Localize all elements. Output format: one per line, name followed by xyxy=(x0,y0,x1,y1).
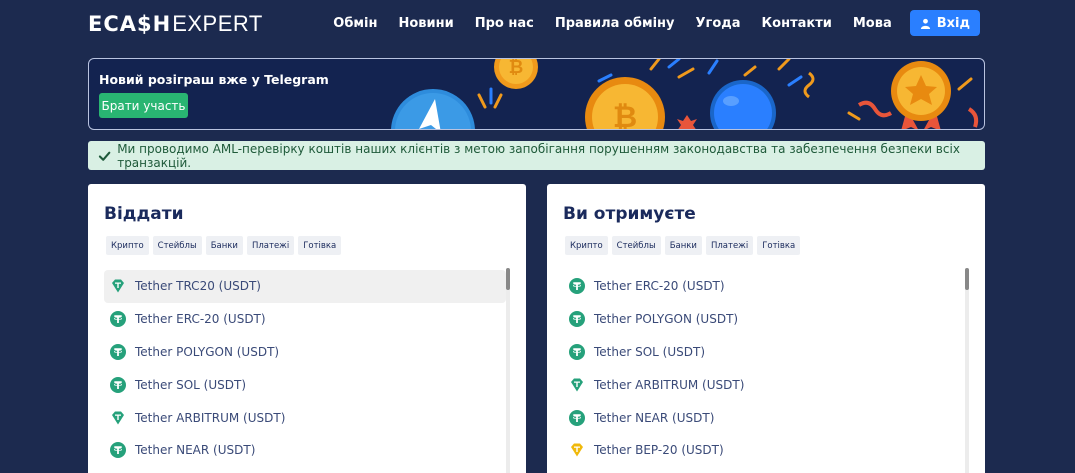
give-filter-crypto[interactable]: Крипто xyxy=(106,236,149,255)
logo[interactable]: ECA$H EXPERT xyxy=(88,9,263,39)
receive-scroll-thumb[interactable] xyxy=(965,268,969,290)
banner-title: Новий розіграш вже у Telegram xyxy=(99,72,329,87)
nav-language[interactable]: Мова xyxy=(853,16,892,31)
currency-option-label: Tether BEP-20 (USDT) xyxy=(594,443,724,458)
tether-icon xyxy=(569,409,585,426)
receive-currency-list: Tether ERC-20 (USDT) Tether POLYGON (USDT… xyxy=(563,270,965,467)
give-filter-stablecoins[interactable]: Стейблы xyxy=(152,236,202,255)
currency-option[interactable]: Tether ARBITRUM (USDT) xyxy=(104,401,506,434)
currency-option-label: Tether ERC-20 (USDT) xyxy=(135,312,266,327)
tether-icon xyxy=(110,311,126,328)
receive-filter-stablecoins[interactable]: Стейблы xyxy=(611,236,661,255)
currency-option-label: Tether SOL (USDT) xyxy=(594,344,706,359)
give-filter-banks[interactable]: Банки xyxy=(205,236,243,255)
currency-option-label: Tether ERC-20 (USDT) xyxy=(594,279,725,294)
give-filter-payments[interactable]: Платежі xyxy=(246,236,295,255)
login-label: Вхід xyxy=(936,15,970,31)
site-header: ECA$H EXPERT Обмін Новини Про нас Правил… xyxy=(0,0,1075,46)
medal-icon xyxy=(891,61,951,129)
currency-option[interactable]: Tether ARBITRUM (USDT) xyxy=(563,368,965,401)
give-title: Віддати xyxy=(104,204,184,224)
aml-notice-text: Ми проводимо AML-перевірку коштів наших … xyxy=(117,141,960,170)
currency-option-label: Tether POLYGON (USDT) xyxy=(594,312,739,327)
check-icon xyxy=(98,151,111,161)
user-icon xyxy=(920,18,930,29)
svg-text:₿: ₿ xyxy=(509,59,524,78)
currency-option-label: Tether NEAR (USDT) xyxy=(135,443,256,458)
tether-icon xyxy=(110,376,126,393)
receive-title: Ви отримуєте xyxy=(563,204,696,224)
currency-option-label: Tether ARBITRUM (USDT) xyxy=(135,410,286,425)
receive-filter-banks[interactable]: Банки xyxy=(664,236,702,255)
bitcoin-large-icon: ₿ xyxy=(585,77,665,130)
login-button[interactable]: Вхід xyxy=(909,10,980,36)
nav-news[interactable]: Новини xyxy=(398,16,453,31)
tether-diamond-icon xyxy=(112,411,124,425)
nav-contacts[interactable]: Контакти xyxy=(762,16,832,31)
give-filters: Крипто Стейблы Банки Платежі Готівка xyxy=(106,236,342,255)
receive-filter-payments[interactable]: Платежі xyxy=(705,236,754,255)
tether-diamond-icon xyxy=(571,378,583,392)
currency-option[interactable]: Tether BEP-20 (USDT) xyxy=(563,434,965,467)
main-nav: Обмін Новини Про нас Правила обміну Угод… xyxy=(312,0,980,46)
currency-option-label: Tether SOL (USDT) xyxy=(135,377,247,392)
receive-filter-cash[interactable]: Готівка xyxy=(757,236,801,255)
give-scrollbar[interactable] xyxy=(506,268,510,473)
participate-button[interactable]: Брати участь xyxy=(99,93,188,118)
aml-notice: Ми проводимо AML-перевірку коштів наших … xyxy=(88,141,985,170)
tether-icon xyxy=(569,343,585,360)
nav-rules[interactable]: Правила обміну xyxy=(555,16,675,31)
receive-filters: Крипто Стейблы Банки Платежі Готівка xyxy=(565,236,801,255)
currency-option-label: Tether POLYGON (USDT) xyxy=(135,344,280,359)
currency-option[interactable]: Tether TRC20 (USDT) xyxy=(104,270,506,303)
bitcoin-small-icon: ₿ xyxy=(494,59,538,89)
nav-agreement[interactable]: Угода xyxy=(696,16,741,31)
telegram-icon xyxy=(391,89,475,129)
tether-icon xyxy=(110,343,126,360)
nav-exchange[interactable]: Обмін xyxy=(333,16,377,31)
nav-about[interactable]: Про нас xyxy=(475,16,534,31)
telegram-promo-banner: Новий розіграш вже у Telegram Брати учас… xyxy=(88,58,985,130)
currency-option[interactable]: Tether SOL (USDT) xyxy=(563,336,965,369)
currency-option-label: Tether TRC20 (USDT) xyxy=(135,279,261,294)
balloon-icon xyxy=(710,80,776,129)
banner-illustration: ₿ ₿ xyxy=(391,59,979,130)
receive-card: Ви отримуєте Крипто Стейблы Банки Платеж… xyxy=(547,184,985,473)
receive-scrollbar[interactable] xyxy=(965,268,969,473)
currency-option[interactable]: Tether ERC-20 (USDT) xyxy=(104,303,506,336)
logo-expert-text: EXPERT xyxy=(172,11,263,36)
currency-option-label: Tether NEAR (USDT) xyxy=(594,410,715,425)
currency-option-label: Tether ARBITRUM (USDT) xyxy=(594,377,745,392)
tether-diamond-icon xyxy=(571,443,583,457)
give-currency-list: Tether TRC20 (USDT) Tether ERC-20 (USDT) T… xyxy=(104,270,506,467)
currency-option[interactable]: Tether POLYGON (USDT) xyxy=(563,303,965,336)
tether-icon xyxy=(569,278,585,295)
svg-text:₿: ₿ xyxy=(613,100,637,130)
tether-icon xyxy=(110,442,126,459)
currency-option[interactable]: Tether SOL (USDT) xyxy=(104,368,506,401)
receive-filter-crypto[interactable]: Крипто xyxy=(565,236,608,255)
tether-diamond-icon xyxy=(112,279,124,293)
give-card: Віддати Крипто Стейблы Банки Платежі Гот… xyxy=(88,184,526,473)
give-scroll-thumb[interactable] xyxy=(506,268,510,290)
give-filter-cash[interactable]: Готівка xyxy=(298,236,342,255)
tether-icon xyxy=(569,311,585,328)
logo-ecash-text: ECA$H xyxy=(88,12,172,36)
currency-option[interactable]: Tether ERC-20 (USDT) xyxy=(563,270,965,303)
currency-option[interactable]: Tether NEAR (USDT) xyxy=(563,401,965,434)
currency-option[interactable]: Tether POLYGON (USDT) xyxy=(104,336,506,369)
currency-option[interactable]: Tether NEAR (USDT) xyxy=(104,434,506,467)
